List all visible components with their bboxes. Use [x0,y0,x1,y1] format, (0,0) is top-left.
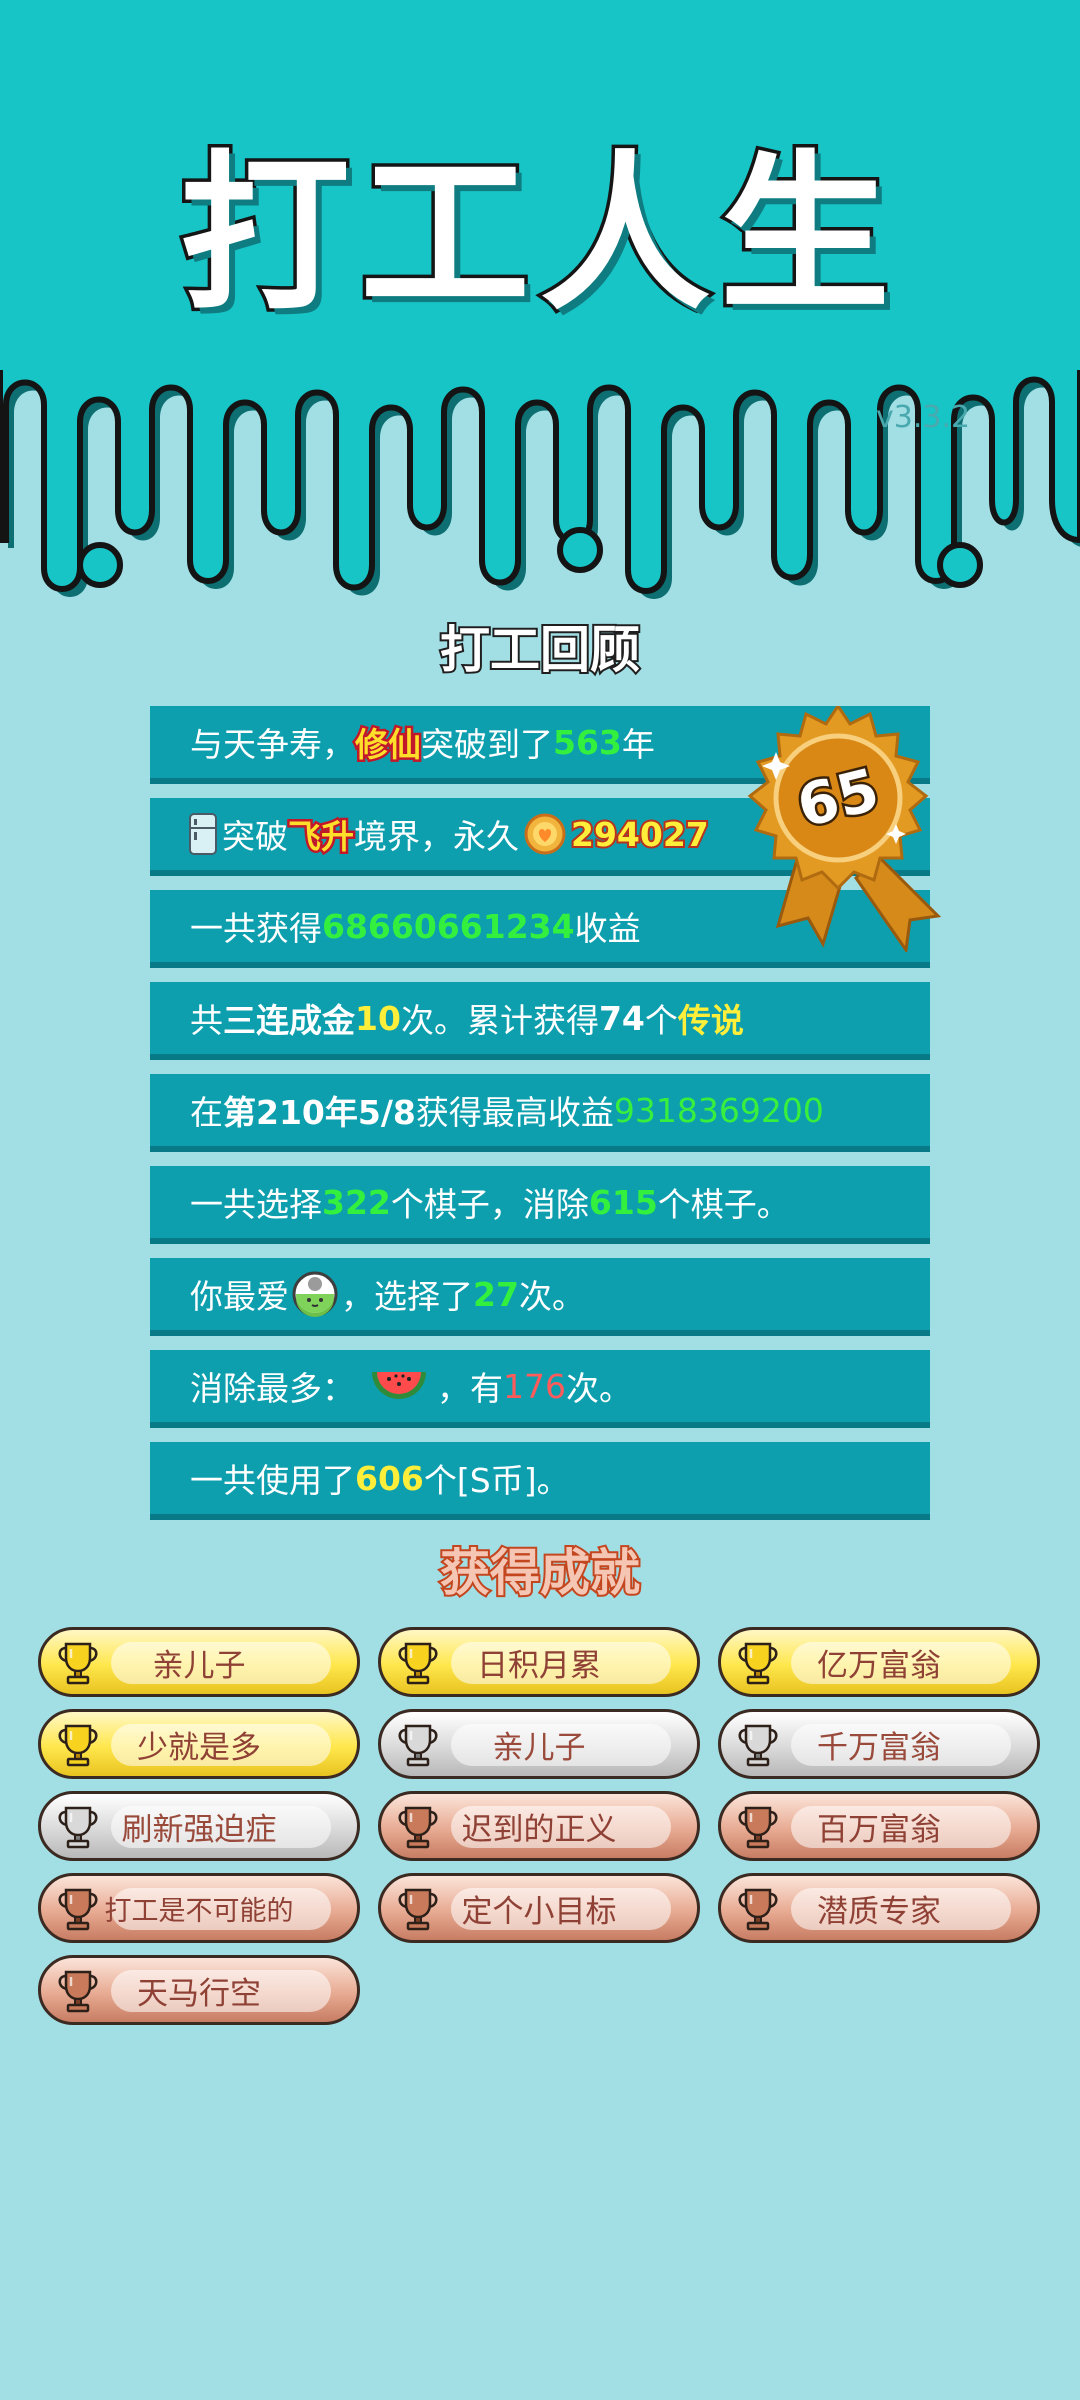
trophy-icon [58,1888,98,1931]
achievement-label: 百万富翁 [817,1811,941,1848]
rosette-medal-icon: 65 [747,706,942,952]
achievement-badge[interactable]: 亲儿子 [378,1709,700,1779]
achievement-badge[interactable]: 定个小目标 [378,1873,700,1943]
achievement-label: 打工是不可能的 [104,1895,294,1927]
game-title: 打工人生 [176,136,900,334]
achievement-label: 少就是多 [137,1729,261,1766]
achievement-badge[interactable]: 日积月累 [378,1627,700,1697]
trophy-icon [738,1888,778,1931]
achievement-badge[interactable]: 千万富翁 [718,1709,1040,1779]
achievements-section-title: 获得成就 [438,1544,642,1602]
trophy-icon [398,1724,438,1767]
version-label: v3.3.2 [876,400,971,435]
trophy-icon [58,1970,98,2013]
cultivation-tag: 修仙 [353,723,424,767]
trophy-icon [738,1806,778,1849]
achievement-label: 天马行空 [137,1975,261,2012]
ascension-tag: 飞升 [286,815,357,859]
trophy-icon [738,1642,778,1685]
achievement-badge[interactable]: 打工是不可能的 [38,1873,360,1943]
trophy-icon [58,1724,98,1767]
review-row-triple-gold: 共三连成金 10 次。累计获得 74 个传说 [150,982,930,1060]
watermelon-icon [372,1372,426,1399]
achievement-label: 日积月累 [477,1647,601,1684]
achievement-badge[interactable]: 百万富翁 [718,1791,1040,1861]
trophy-icon [58,1642,98,1685]
rice-ball-icon [292,1271,338,1317]
achievement-badge[interactable]: 刷新强迫症 [38,1791,360,1861]
achievement-label: 潜质专家 [817,1893,941,1930]
trophy-icon [398,1642,438,1685]
achievement-label: 刷新强迫症 [121,1811,277,1848]
review-row-pieces: 一共选择 322 个棋子，消除 615 个棋子。 [150,1166,930,1244]
achievement-label: 迟到的正义 [461,1811,617,1848]
review-row-best-income: 在 第210年5/8 获得最高收益 9318369200 [150,1074,930,1152]
achievement-badge[interactable]: 亲儿子 [38,1627,360,1697]
achievement-badge[interactable]: 迟到的正义 [378,1791,700,1861]
trophy-icon [58,1806,98,1849]
achievement-label: 亲儿子 [492,1729,586,1766]
achievement-label: 亲儿子 [152,1647,246,1684]
achievement-label: 亿万富翁 [817,1647,941,1684]
review-row-coins-used: 一共使用了 606 个[S币]。 [150,1442,930,1520]
coin-icon [524,813,566,855]
achievement-badge[interactable]: 天马行空 [38,1955,360,2025]
achievement-badge[interactable]: 潜质专家 [718,1873,1040,1943]
achievement-label: 定个小目标 [461,1893,617,1930]
fridge-icon [189,813,217,855]
achievement-badge[interactable]: 亿万富翁 [718,1627,1040,1697]
review-row-most-eliminated: 消除最多： ，有 176 次。 [150,1350,930,1428]
review-section-title: 打工回顾 [438,621,642,679]
achievement-label: 千万富翁 [817,1729,941,1766]
achievement-badge[interactable]: 少就是多 [38,1709,360,1779]
trophy-icon [738,1724,778,1767]
review-row-favorite: 你最爱 ，选择了 27 次。 [150,1258,930,1336]
header: 打工人生 v3.3.2 [0,0,1080,620]
trophy-icon [398,1888,438,1931]
trophy-icon [398,1806,438,1849]
